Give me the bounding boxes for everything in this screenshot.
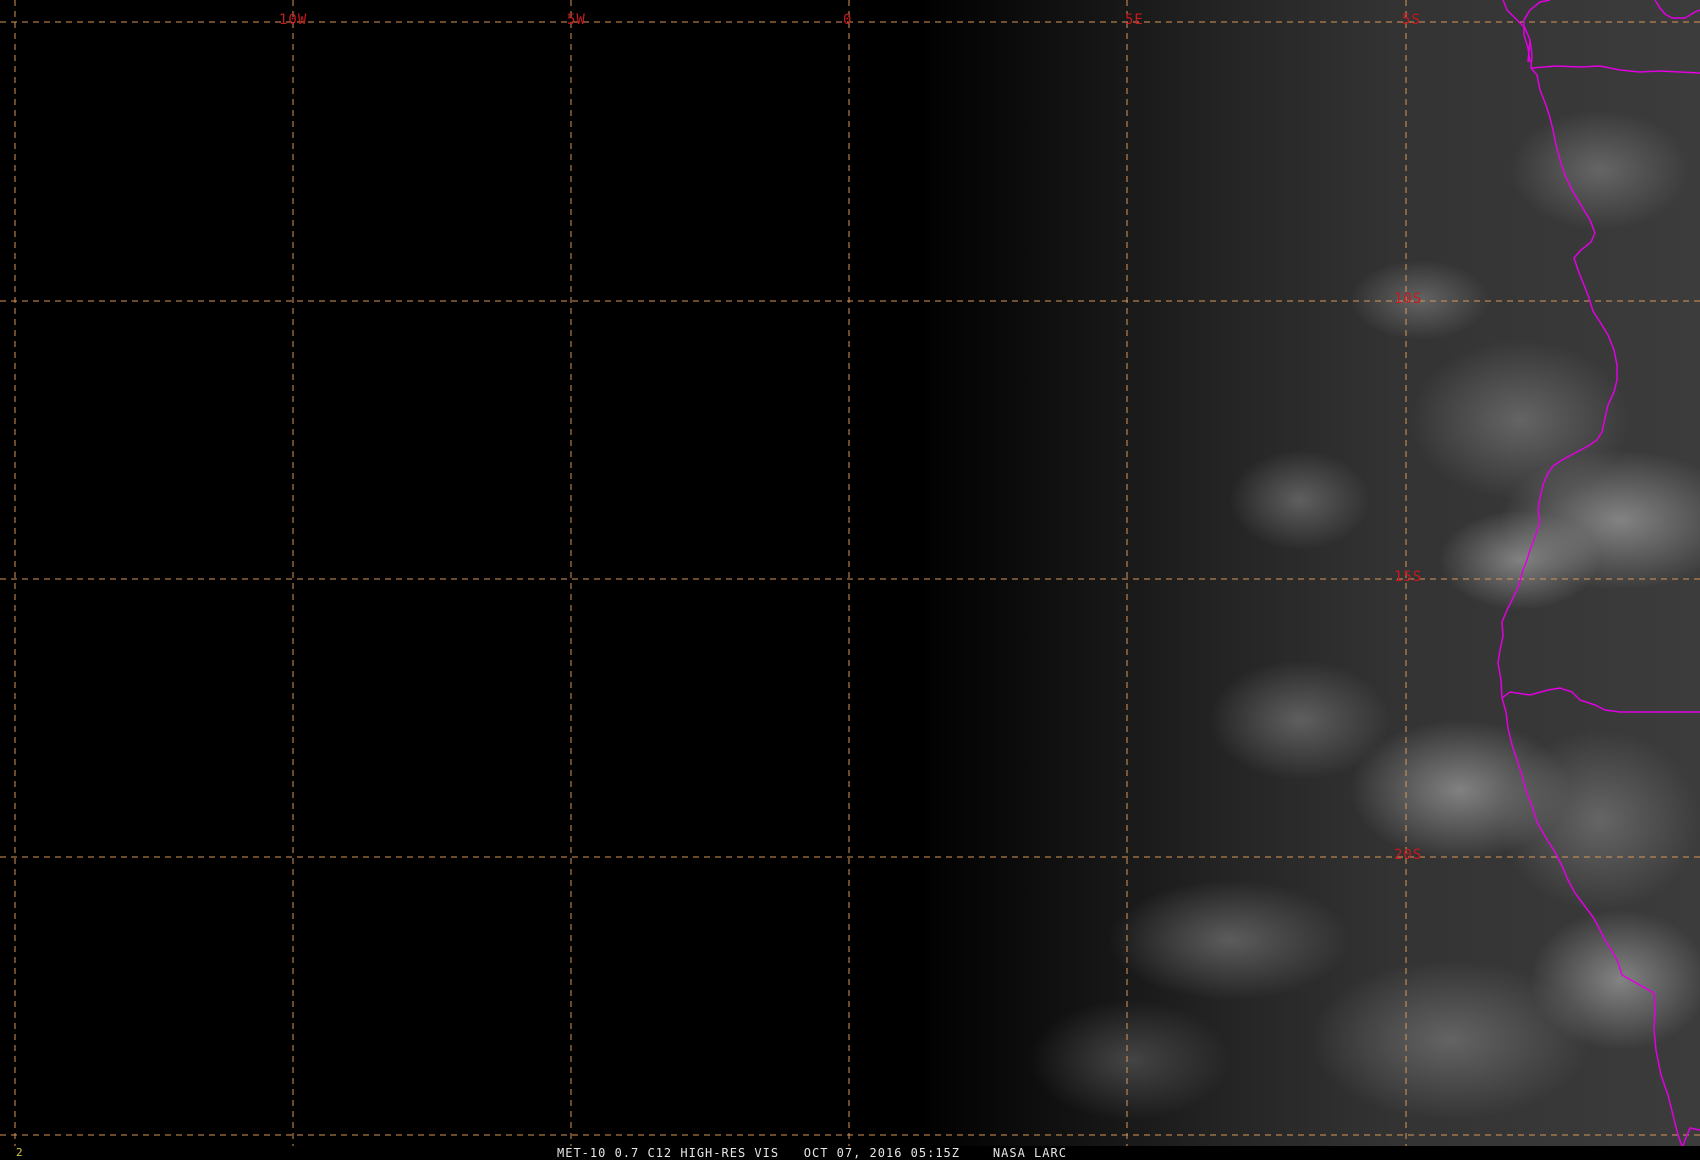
longitude-label-0: 0 — [843, 12, 853, 28]
caption-bar: 2 MET-10 0.7 C12 HIGH-RES VIS OCT 07, 20… — [0, 1146, 1700, 1160]
visible-satellite-imagery — [0, 0, 1700, 1146]
longitude-label-5w: 5W — [567, 12, 586, 28]
longitude-label-5e: 5E — [1125, 12, 1144, 28]
latitude-label-20s: 20S — [1394, 847, 1423, 863]
frame-number: 2 — [16, 1146, 23, 1159]
latitude-label-10s: 10S — [1394, 291, 1423, 307]
image-caption: MET-10 0.7 C12 HIGH-RES VIS OCT 07, 2016… — [557, 1146, 1067, 1160]
longitude-label-10w: 10W — [279, 12, 308, 28]
satellite-image-viewer: 10W 5W 0 5E 5S 10S 15S 20S 2 MET-10 0.7 … — [0, 0, 1700, 1160]
latitude-label-15s: 15S — [1394, 569, 1423, 585]
latitude-label-5s: 5S — [1402, 12, 1421, 28]
